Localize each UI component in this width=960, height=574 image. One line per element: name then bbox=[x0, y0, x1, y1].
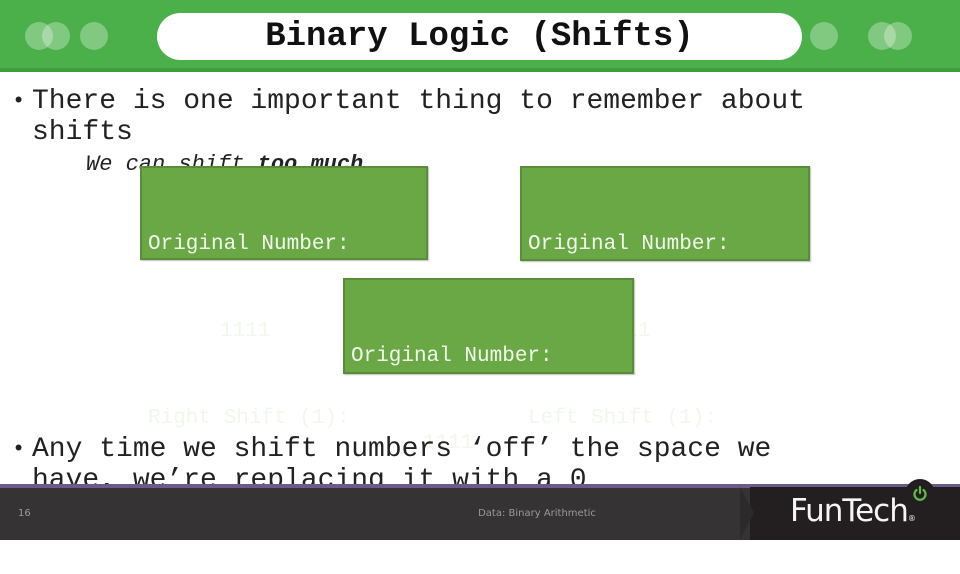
funtech-logo: FunTech® bbox=[790, 493, 916, 529]
registered-mark: ® bbox=[907, 514, 916, 523]
decor-dot-icon bbox=[810, 22, 838, 50]
box-label: Original Number: bbox=[148, 233, 350, 256]
shift-box-left-1: Original Number: 1111 Left Shift (1): bbox=[520, 166, 810, 430]
box-label: Original Number: bbox=[528, 233, 730, 256]
slide-title: Binary Logic (Shifts) bbox=[265, 17, 694, 56]
box-label: Original Number: bbox=[351, 345, 553, 368]
header-shade bbox=[0, 68, 960, 72]
shift-box-right-1: Original Number: 1111 Right Shift (1): bbox=[140, 166, 428, 430]
bullet-1: • There is one important thing to rememb… bbox=[12, 86, 805, 148]
decor-dot-icon bbox=[884, 22, 912, 50]
bullet-1-line1: There is one important thing to remember… bbox=[32, 86, 805, 117]
bullet-icon: • bbox=[12, 89, 26, 114]
bullet-2-line1: Any time we shift numbers ‘off’ the spac… bbox=[32, 434, 772, 465]
decor-dot-icon bbox=[80, 22, 108, 50]
title-pill: Binary Logic (Shifts) bbox=[157, 13, 802, 60]
slide-header: Binary Logic (Shifts) bbox=[0, 0, 960, 72]
decor-dot-icon bbox=[42, 22, 70, 50]
logo-text: FunTech bbox=[790, 493, 909, 529]
bullet-icon: • bbox=[12, 437, 26, 462]
shift-box-left-2: Original Number: 1111 Left Shift (2): bbox=[343, 278, 634, 542]
power-icon bbox=[905, 479, 935, 509]
bullet-1-line2: shifts bbox=[32, 117, 133, 148]
